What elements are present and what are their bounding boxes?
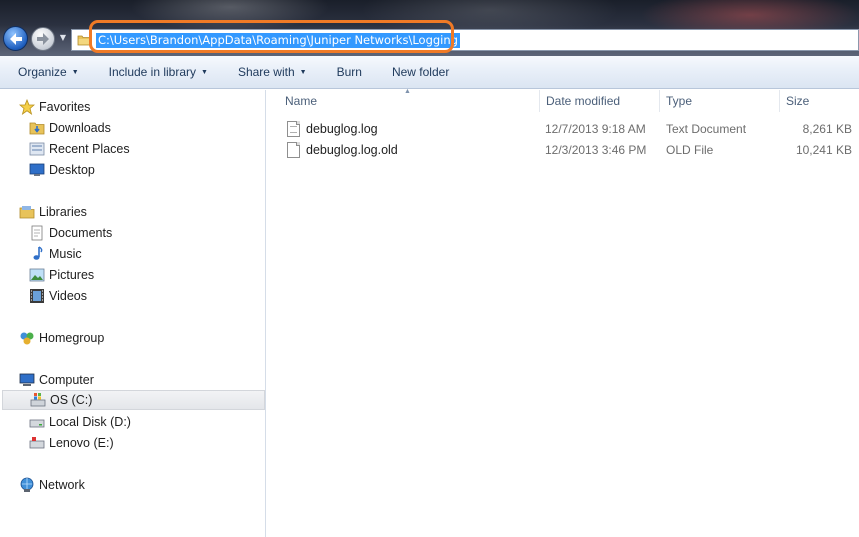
- forward-button[interactable]: [31, 27, 55, 51]
- windows-drive-icon: [30, 393, 46, 407]
- libraries-icon: [19, 206, 35, 219]
- nav-lenovo-e[interactable]: Lenovo (E:): [29, 433, 114, 453]
- forward-arrow-icon: [37, 33, 49, 45]
- nav-favorites[interactable]: Favorites: [19, 97, 90, 117]
- nav-favorites-label: Favorites: [39, 100, 91, 114]
- nav-pictures-label: Pictures: [49, 268, 95, 282]
- recent-pages-button[interactable]: ▼: [58, 33, 68, 43]
- chevron-down-icon: ▼: [59, 33, 67, 42]
- burn-label: Burn: [336, 65, 362, 79]
- new-folder-button[interactable]: New folder: [392, 65, 449, 79]
- recent-places-icon: [29, 142, 45, 156]
- chevron-down-icon: ▼: [71, 68, 79, 76]
- include-in-library-button[interactable]: Include in library ▼: [109, 65, 208, 79]
- nav-network[interactable]: Network: [19, 475, 85, 495]
- nav-music-label: Music: [49, 247, 82, 261]
- text-document-icon: [287, 121, 300, 137]
- nav-network-label: Network: [39, 478, 85, 492]
- nav-recent-places-label: Recent Places: [49, 142, 130, 156]
- file-size: 10,241 KB: [795, 143, 852, 157]
- organize-label: Organize: [18, 65, 67, 79]
- command-bar: Organize ▼ Include in library ▼ Share wi…: [0, 56, 859, 89]
- video-film-icon: [30, 289, 44, 303]
- nav-downloads-label: Downloads: [49, 121, 111, 135]
- nav-os-c-drive[interactable]: OS (C:): [2, 390, 265, 410]
- nav-music[interactable]: Music: [29, 244, 82, 264]
- column-header-type-label: Type: [666, 94, 693, 108]
- nav-computer-label: Computer: [39, 373, 94, 387]
- back-button[interactable]: [3, 26, 28, 51]
- nav-homegroup[interactable]: Homegroup: [19, 328, 104, 348]
- star-icon: [19, 99, 35, 115]
- nav-videos[interactable]: Videos: [29, 286, 87, 306]
- file-size: 8,261 KB: [802, 122, 852, 136]
- nav-documents[interactable]: Documents: [29, 223, 112, 243]
- network-icon: [20, 477, 34, 492]
- include-in-library-label: Include in library: [108, 65, 197, 79]
- back-arrow-icon: [9, 32, 22, 45]
- share-with-button[interactable]: Share with ▼: [238, 65, 307, 79]
- nav-desktop-label: Desktop: [49, 163, 95, 177]
- burn-button[interactable]: Burn: [337, 65, 362, 79]
- file-type: OLD File: [666, 143, 714, 157]
- nav-downloads[interactable]: Downloads: [29, 118, 111, 138]
- file-type: Text Document: [666, 122, 747, 136]
- nav-recent-places[interactable]: Recent Places: [29, 139, 130, 159]
- homegroup-icon: [20, 332, 34, 345]
- column-header-date-modified[interactable]: Date modified: [540, 90, 660, 112]
- file-row[interactable]: debuglog.log.old 12/3/2013 3:46 PM OLD F…: [267, 140, 859, 161]
- desktop-icon: [29, 163, 45, 176]
- pictures-icon: [29, 268, 45, 282]
- organize-button[interactable]: Organize ▼: [18, 65, 79, 79]
- usb-drive-icon: [29, 437, 45, 449]
- column-header-name-label: Name: [285, 94, 318, 108]
- nav-local-disk-d[interactable]: Local Disk (D:): [29, 412, 131, 432]
- nav-pictures[interactable]: Pictures: [29, 265, 94, 285]
- navigation-pane: Favorites Downloads Recent Places Deskto…: [0, 90, 266, 537]
- share-with-label: Share with: [237, 65, 295, 79]
- chevron-down-icon: ▼: [201, 68, 208, 76]
- column-header-date-label: Date modified: [546, 94, 621, 108]
- file-date-modified: 12/3/2013 3:46 PM: [545, 143, 647, 157]
- nav-libraries[interactable]: Libraries: [19, 202, 87, 222]
- file-icon: [287, 142, 300, 158]
- music-note-icon: [33, 246, 43, 260]
- nav-homegroup-label: Homegroup: [39, 331, 105, 345]
- file-date-modified: 12/7/2013 9:18 AM: [545, 122, 646, 136]
- file-row[interactable]: debuglog.log 12/7/2013 9:18 AM Text Docu…: [267, 119, 859, 140]
- computer-icon: [19, 373, 35, 386]
- nav-computer[interactable]: Computer: [19, 370, 94, 390]
- file-name: debuglog.log: [306, 122, 378, 136]
- nav-documents-label: Documents: [49, 226, 113, 240]
- hard-drive-icon: [29, 419, 45, 428]
- nav-desktop[interactable]: Desktop: [29, 160, 95, 180]
- column-header-name[interactable]: Name: [279, 90, 540, 112]
- column-header-size-label: Size: [786, 94, 810, 108]
- column-header-size[interactable]: Size: [780, 90, 859, 112]
- file-list-pane: ▲ Name Date modified Type Size debuglog.…: [267, 88, 859, 537]
- nav-libraries-label: Libraries: [39, 205, 87, 219]
- title-bar: ▼ C:\Users\Brandon\AppData\Roaming\Junip…: [0, 0, 859, 56]
- column-header-type[interactable]: Type: [660, 90, 780, 112]
- nav-videos-label: Videos: [49, 289, 87, 303]
- nav-os-c-label: OS (C:): [50, 393, 93, 407]
- chevron-down-icon: ▼: [299, 68, 307, 76]
- new-folder-label: New folder: [391, 65, 450, 79]
- nav-lenovo-e-label: Lenovo (E:): [49, 436, 114, 450]
- nav-local-disk-d-label: Local Disk (D:): [49, 415, 131, 429]
- documents-icon: [31, 225, 43, 241]
- file-name: debuglog.log.old: [306, 143, 398, 157]
- downloads-folder-icon: [29, 122, 45, 135]
- annotation-highlight-ring: [89, 20, 454, 53]
